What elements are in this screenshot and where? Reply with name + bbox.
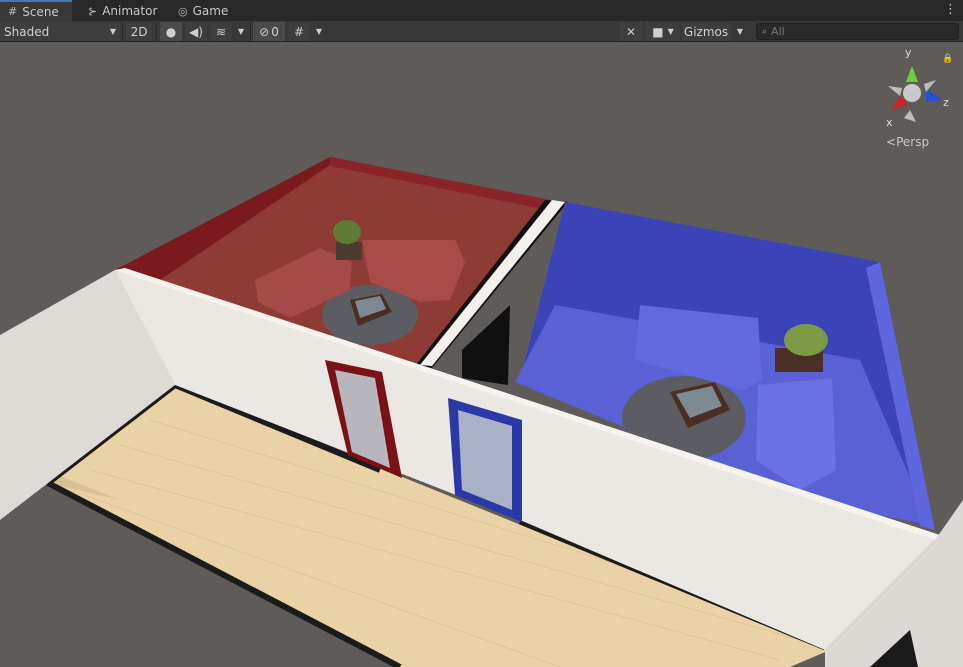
lighting-toggle[interactable]: ● (160, 22, 182, 41)
scene-visibility-toggle[interactable]: ⊘ 0 (253, 22, 285, 41)
gizmo-y-label: y (905, 46, 912, 59)
effects-toggle[interactable]: ≋ (210, 22, 232, 41)
toolbar-divider (156, 23, 157, 40)
tools-icon: ✕ (625, 24, 637, 39)
blue-plant (784, 324, 828, 356)
gizmos-dropdown[interactable]: ▼ (732, 22, 748, 41)
tab-game[interactable]: ◎ Game (170, 1, 236, 21)
hidden-objects-count: 0 (271, 24, 279, 39)
lock-icon[interactable]: 🔒 (942, 54, 953, 64)
grid-icon: # (8, 5, 18, 18)
grid-snap-icon: # (293, 24, 305, 39)
gamepad-icon: ◎ (178, 4, 188, 18)
gizmo-y-arrow[interactable] (906, 66, 918, 82)
search-icon: ⌕ (762, 26, 768, 37)
tab-scene[interactable]: # Scene (0, 0, 72, 21)
grid-toggle[interactable]: # (288, 22, 310, 41)
tab-animator-label: Animator (102, 4, 158, 18)
hidden-eye-icon: ⊘ (259, 24, 270, 39)
chevron-down-icon: ▼ (667, 27, 674, 36)
red-side-table (336, 242, 362, 260)
toolbar-divider (250, 23, 251, 40)
camera-dropdown[interactable]: ■ ▼ (646, 22, 680, 41)
camera-icon: ■ (652, 24, 664, 39)
layers-icon: ≋ (215, 24, 227, 39)
gizmo-z-label: z (943, 96, 949, 109)
effects-dropdown[interactable]: ▼ (234, 22, 248, 41)
speaker-icon: ◀) (189, 24, 203, 39)
projection-label: Persp (896, 135, 930, 149)
kebab-menu-icon[interactable]: ⋮ (944, 2, 957, 18)
chevron-down-icon: ▼ (109, 27, 116, 36)
tab-animator[interactable]: ⊱ Animator (80, 1, 165, 21)
gizmo-x-label: x (886, 116, 893, 129)
toggle-2d-button[interactable]: 2D (126, 22, 152, 41)
draw-mode-dropdown[interactable]: Shaded ▼ (0, 22, 120, 41)
chevron-down-icon: ▼ (736, 27, 744, 36)
gizmo-z-arrow[interactable] (926, 88, 942, 102)
scene-viewport[interactable]: y x z 🔒 <Persp (0, 42, 963, 667)
scene-render (0, 157, 963, 667)
gizmos-button[interactable]: Gizmos (682, 22, 730, 41)
lightbulb-icon: ● (165, 24, 177, 39)
tools-button[interactable]: ✕ (620, 22, 642, 41)
gizmos-label: Gizmos (683, 24, 729, 39)
projection-toggle[interactable]: <Persp (886, 135, 929, 149)
projection-chevron-icon: < (886, 135, 897, 149)
animator-icon: ⊱ (88, 4, 98, 18)
tab-game-label: Game (192, 4, 229, 18)
toolbar-divider (122, 23, 123, 40)
chevron-down-icon: ▼ (237, 27, 245, 36)
draw-mode-label: Shaded (4, 24, 50, 39)
audio-toggle[interactable]: ◀) (185, 22, 207, 41)
search-input[interactable] (771, 25, 942, 38)
tab-bar: # Scene ⊱ Animator ◎ Game ⋮ (0, 0, 963, 22)
toggle-2d-label: 2D (130, 24, 148, 39)
red-plant (333, 220, 361, 244)
scene-search[interactable]: ⌕ (756, 23, 959, 40)
chevron-down-icon: ▼ (315, 27, 323, 36)
scene-toolbar: Shaded ▼ 2D ● ◀) ≋ ▼ ⊘ 0 # ▼ ✕ ■ ▼ Gizmo… (0, 21, 963, 42)
grid-dropdown[interactable]: ▼ (312, 22, 326, 41)
tab-scene-label: Scene (22, 4, 59, 19)
